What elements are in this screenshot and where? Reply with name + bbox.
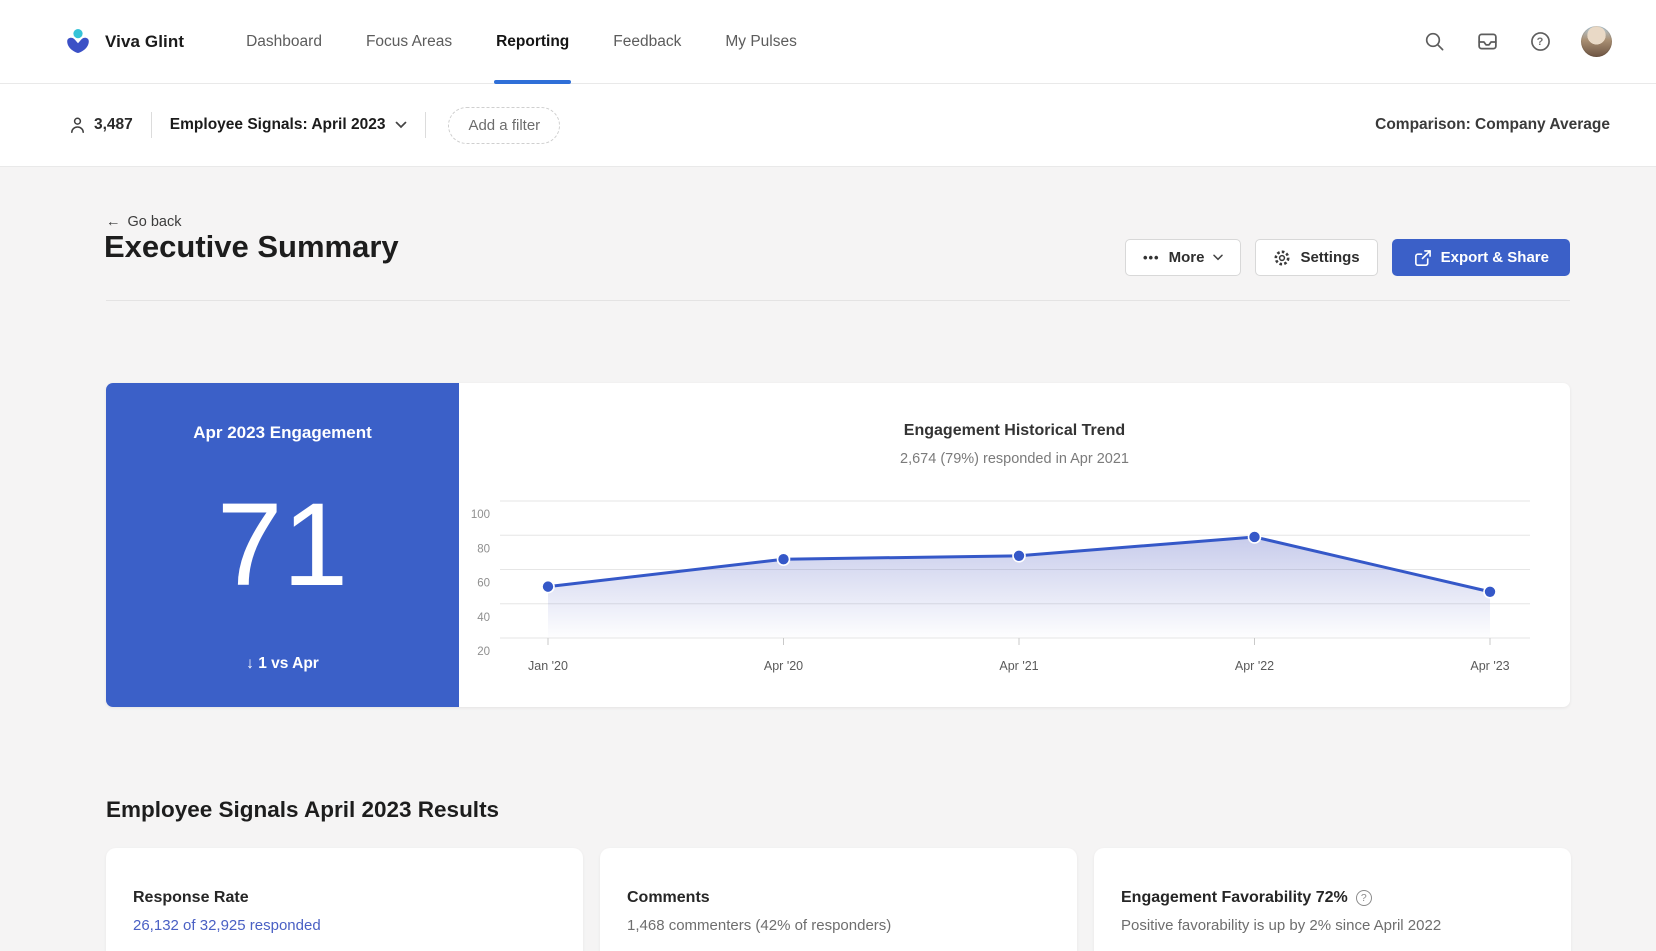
nav-items: Dashboard Focus Areas Reporting Feedback… <box>246 0 797 84</box>
help-question-glyph: ? <box>1536 35 1544 48</box>
chart-point <box>541 579 555 594</box>
divider <box>150 112 152 138</box>
y-axis-label: 20 <box>477 646 490 658</box>
score-card-title: Apr 2023 Engagement <box>193 423 372 442</box>
engagement-score-card: Apr 2023 Engagement 71 ↓ 1 vs Apr <box>106 383 459 707</box>
avatar[interactable] <box>1581 26 1612 57</box>
y-axis-label: 60 <box>477 578 490 590</box>
trend-chart-svg: 100 80 60 40 20 Jan '20 Apr '20 Apr '21 Apr '22… <box>471 500 1530 673</box>
top-nav: Viva Glint Dashboard Focus Areas Reporti… <box>0 0 1656 84</box>
chevron-down-icon <box>1213 254 1224 261</box>
chart-point <box>1483 584 1497 599</box>
nav-item-focus-areas[interactable]: Focus Areas <box>366 0 452 84</box>
chart-axis: Jan '20 Apr '20 Apr '21 Apr '22 Apr '23 <box>528 638 1510 673</box>
score-delta: ↓ 1 vs Apr <box>246 655 319 672</box>
settings-button[interactable]: Settings <box>1255 239 1378 276</box>
header-actions: ••• More Settings Export & Share <box>1124 239 1570 276</box>
brand: Viva Glint <box>64 28 184 56</box>
x-axis-label: Jan '20 <box>528 659 568 673</box>
filter-bar: 3,487 Employee Signals: April 2023 Add a… <box>0 84 1656 167</box>
back-arrow-icon: ← <box>106 214 121 230</box>
add-filter-button[interactable]: Add a filter <box>448 106 561 144</box>
favorability-help-icon[interactable]: ? <box>1355 890 1372 906</box>
result-card-title: Response Rate <box>133 889 249 906</box>
chart-point <box>776 552 791 567</box>
results-cards: Response Rate 26,132 of 32,925 responded… <box>106 848 1571 951</box>
results-heading: Employee Signals April 2023 Results <box>106 797 500 822</box>
chart-series <box>541 530 1497 638</box>
more-dots-icon: ••• <box>1142 250 1160 265</box>
active-tab-underline <box>494 80 572 84</box>
response-rate-card: Response Rate 26,132 of 32,925 responded <box>106 848 583 951</box>
y-axis-label: 80 <box>477 543 490 555</box>
comments-card: Comments 1,468 commenters (42% of respon… <box>600 848 1077 951</box>
main-content: ← Go back Executive Summary ••• More Set… <box>0 167 1656 951</box>
result-card-title: Engagement Favorability 72% ? <box>1121 889 1544 907</box>
y-axis-label: 100 <box>471 509 490 521</box>
export-share-button[interactable]: Export & Share <box>1391 239 1570 276</box>
viva-glint-logo <box>67 28 89 53</box>
nav-item-feedback[interactable]: Feedback <box>613 0 681 84</box>
share-icon <box>1414 249 1431 266</box>
nav-item-reporting[interactable]: Reporting <box>494 0 572 84</box>
engagement-score: 71 <box>216 479 349 611</box>
go-back-link[interactable]: ← Go back <box>106 214 182 230</box>
nav-item-my-pulses[interactable]: My Pulses <box>725 0 797 84</box>
chart-point <box>1247 530 1262 544</box>
brand-name: Viva Glint <box>105 31 185 51</box>
comparison-label: Comparison: Company Average <box>1375 116 1610 133</box>
x-axis-label: Apr '20 <box>764 659 803 673</box>
trend-chart-card: Engagement Historical Trend 2,674 (79%) … <box>459 383 1570 707</box>
y-axis-label: 40 <box>477 612 490 624</box>
respondent-count: 3,487 <box>70 116 133 134</box>
help-icon[interactable]: ? <box>1528 30 1552 54</box>
x-axis-label: Apr '22 <box>1235 659 1274 673</box>
survey-selector[interactable]: Employee Signals: April 2023 <box>170 116 408 134</box>
result-card-subtitle: 1,468 commenters (42% of responders) <box>627 917 892 934</box>
x-axis-label: Apr '21 <box>999 659 1038 673</box>
x-axis-label: Apr '23 <box>1470 659 1509 673</box>
more-button[interactable]: ••• More <box>1124 239 1242 276</box>
nav-item-dashboard[interactable]: Dashboard <box>246 0 322 84</box>
gear-icon <box>1274 250 1290 265</box>
favorability-card: Engagement Favorability 72% ? Positive f… <box>1094 848 1571 951</box>
divider <box>425 112 427 138</box>
result-card-title: Comments <box>627 889 710 906</box>
person-icon <box>71 117 84 133</box>
result-card-subtitle: Positive favorability is up by 2% since … <box>1121 917 1442 934</box>
down-arrow-icon: ↓ <box>246 655 254 672</box>
search-icon[interactable] <box>1422 30 1446 54</box>
chart-point <box>1012 549 1026 563</box>
nav-right: ? <box>1422 26 1612 57</box>
title-divider <box>106 300 1570 301</box>
chevron-down-icon <box>396 121 407 129</box>
inbox-icon[interactable] <box>1475 30 1499 54</box>
page-title: Executive Summary <box>104 229 399 264</box>
response-rate-link[interactable]: 26,132 of 32,925 responded <box>133 917 556 934</box>
